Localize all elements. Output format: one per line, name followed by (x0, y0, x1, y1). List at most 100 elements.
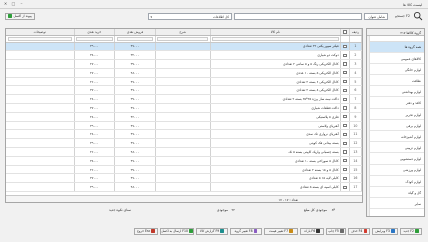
cell-sell[interactable]: ۴۷۰۰۰ (114, 85, 156, 96)
cell-note[interactable] (6, 50, 75, 61)
cell-row-number[interactable]: 17 (349, 182, 362, 193)
action-button[interactable]: تغییر گروه F8 (230, 227, 262, 235)
cell-name[interactable]: فلزی ۵ پلاستیکی (210, 112, 342, 122)
cell-note[interactable] (6, 94, 75, 105)
cell-checkbox[interactable] (340, 50, 350, 61)
select-all-checkbox[interactable] (343, 30, 347, 34)
cell-row-number[interactable]: 7 (349, 94, 362, 105)
sidebar-item-category[interactable]: گل و گیاه (367, 187, 424, 199)
cell-desc[interactable] (155, 112, 211, 122)
table-row[interactable]: ۳۹۰۰۰ ۴۷۰۰۰ آهنریای ولاستی 10 (6, 121, 362, 131)
sidebar-item-category[interactable]: لوازم دستشویی (367, 153, 424, 165)
cell-sell[interactable]: ۴۷۰۰۰ (114, 138, 156, 149)
row-checkbox[interactable] (343, 71, 347, 75)
table-row[interactable]: ۳۸۰۰۰ ۳۲۰۰۰ دوکت دو شیاری 2 (6, 50, 362, 61)
cell-row-number[interactable]: 11 (349, 129, 362, 140)
row-checkbox[interactable] (343, 141, 347, 145)
cell-name[interactable]: بسته چسبانی واریک کاپیتی بسته ۵ تک (210, 147, 342, 157)
row-checkbox[interactable] (343, 79, 347, 84)
row-checkbox[interactable] (343, 44, 347, 48)
cell-note[interactable] (6, 121, 75, 131)
table-row[interactable]: ۴۶۰۰۰ ۴۷۰۰۰ کانال الکتریکی ۶ بسته ۲ تعدادی… (6, 77, 362, 87)
table-row[interactable]: ۳۷۰۰۰ ۴۷۰۰۰ کانال الکتریکی ۸ بسته ۲ تعدادی… (6, 85, 362, 96)
cell-buy[interactable]: ۳۹۰۰۰ (74, 42, 116, 52)
cell-row-number[interactable]: 1 (349, 42, 362, 52)
cell-checkbox[interactable] (340, 77, 350, 87)
action-button[interactable]: جدید F2 (400, 227, 422, 235)
cell-buy[interactable]: ۴۷۰۰۰ (74, 68, 116, 78)
cell-note[interactable] (6, 59, 75, 69)
cell-name[interactable]: کابلی اسپه ای بسته ۵ تعدادی (210, 182, 342, 193)
cell-name[interactable]: آهنریای نرواری تک نمدی (210, 129, 342, 140)
action-button[interactable]: تغییر قیمت F7 (264, 227, 298, 235)
cell-name[interactable]: کانال الکتریکی ۶ بسته ۲ تعدادی (210, 77, 342, 87)
table-row[interactable]: ۴۷۰۰۰ ۳۷۰۰۰ کانال الکتریکی رنگ ۵ و ۵ سانتی… (6, 59, 362, 69)
cell-sell[interactable]: ۴۲۰۰۰ (114, 112, 156, 122)
cell-name[interactable]: داکت قطعات شیاری (210, 103, 342, 113)
sidebar-item-category[interactable]: کاغذ و دفتر (367, 97, 424, 109)
cell-buy[interactable]: ۳۷۰۰۰ (74, 173, 116, 184)
cell-note[interactable] (6, 165, 75, 175)
cell-name[interactable]: کانال الکتریکی ۵ بسته ۱۰ عددی (210, 68, 342, 78)
cell-desc[interactable] (155, 173, 211, 184)
sidebar-item-category[interactable]: لوازم بهداشتی (367, 86, 424, 98)
table-row[interactable]: ۳۹۰۰۰ ۴۸۰۰۰ کابلی اسپه ای بسته ۵ تعدادی 17 (6, 182, 362, 193)
cell-name[interactable]: داکت نیمه ساز پرژه ۲۵*۲۵ بسته ۲ تعدادی (210, 94, 342, 105)
cell-name[interactable]: کابلی لایه ۱۵ ۵ تعدادی (210, 173, 342, 184)
cell-sell[interactable]: ۴۷۰۰۰ (114, 129, 156, 140)
cell-note[interactable] (6, 138, 75, 149)
cell-checkbox[interactable] (340, 68, 350, 78)
cell-note[interactable] (6, 129, 75, 140)
action-button[interactable]: گزارش کالا F9 (196, 227, 228, 235)
search-icon[interactable] (413, 11, 423, 21)
cell-sell[interactable]: ۴۷۰۰۰ (114, 121, 156, 131)
row-checkbox[interactable] (343, 53, 347, 57)
table-row[interactable]: ۴۶۰۰۰ ۳۷۰۰۰ کانال ۵ و ۱۵ بسته ۲ تعدادی 15 (6, 165, 362, 175)
cell-checkbox[interactable] (340, 156, 350, 166)
sidebar-item-category[interactable]: لوازم تحریر (367, 109, 424, 120)
cell-desc[interactable] (155, 50, 211, 61)
table-row[interactable]: ۴۸۰۰۰ ۴۲۰۰۰ فلزی ۵ پلاستیکی 9 (6, 112, 362, 122)
cell-buy[interactable]: ۴۷۰۰۰ (74, 59, 116, 69)
cell-name[interactable]: کانال الکتریکی رنگ ۵ و ۵ سانتی ۲ تعدادی (210, 59, 342, 69)
cell-buy[interactable]: ۴۸۰۰۰ (74, 129, 116, 140)
cell-sell[interactable]: ۳۷۰۰۰ (114, 165, 156, 175)
cell-row-number[interactable]: 14 (349, 156, 362, 166)
cell-desc[interactable] (155, 68, 211, 78)
cell-name[interactable]: کانال ۵ و ۱۵ بسته ۲ تعدادی (210, 165, 342, 175)
cell-sell[interactable]: ۴۷۰۰۰ (114, 42, 156, 52)
cell-buy[interactable]: ۴۶۰۰۰ (74, 77, 116, 87)
search-mode-select[interactable]: شامل عنوان (364, 12, 388, 20)
cell-note[interactable] (6, 173, 75, 184)
row-checkbox[interactable] (343, 167, 347, 172)
cell-sell[interactable]: ۳۷۰۰۰ (114, 94, 156, 105)
sidebar-item-category[interactable]: همه گروه ها (367, 41, 424, 53)
cell-row-number[interactable]: 5 (349, 77, 362, 87)
cell-note[interactable] (6, 182, 75, 193)
cell-note[interactable] (6, 42, 75, 52)
row-checkbox[interactable] (343, 88, 347, 92)
cell-checkbox[interactable] (340, 165, 350, 175)
sidebar-scrollbar[interactable] (367, 35, 370, 216)
table-row[interactable]: ۳۹۰۰۰ ۴۷۰۰۰ فیلتر سپور پکتی ۲۲ تعدادی 1 (6, 42, 362, 52)
cell-sell[interactable]: ۳۷۰۰۰ (114, 59, 156, 69)
cell-name[interactable]: بسته بیدانی فک کویتی (210, 138, 342, 149)
action-button[interactable]: خروج Esc (134, 227, 158, 235)
cell-buy[interactable]: ۳۹۰۰۰ (74, 182, 116, 193)
close-icon[interactable]: ✕ (3, 2, 8, 6)
row-checkbox[interactable] (343, 106, 347, 110)
cell-checkbox[interactable] (340, 147, 350, 157)
cell-checkbox[interactable] (340, 182, 350, 193)
action-button[interactable]: ویرایش F3 (372, 227, 398, 235)
cell-name[interactable]: آهنریای ولاستی (210, 121, 342, 131)
cell-row-number[interactable]: 15 (349, 165, 362, 175)
cell-buy[interactable]: ۳۸۰۰۰ (74, 50, 116, 61)
cell-row-number[interactable]: 12 (349, 138, 362, 149)
cell-row-number[interactable]: 16 (349, 173, 362, 184)
cell-row-number[interactable]: 4 (349, 68, 362, 78)
cell-checkbox[interactable] (340, 112, 350, 122)
row-checkbox[interactable] (343, 159, 347, 163)
cell-desc[interactable] (155, 77, 211, 87)
cell-desc[interactable] (155, 129, 211, 140)
cell-buy[interactable]: ۳۸۰۰۰ (74, 156, 116, 166)
